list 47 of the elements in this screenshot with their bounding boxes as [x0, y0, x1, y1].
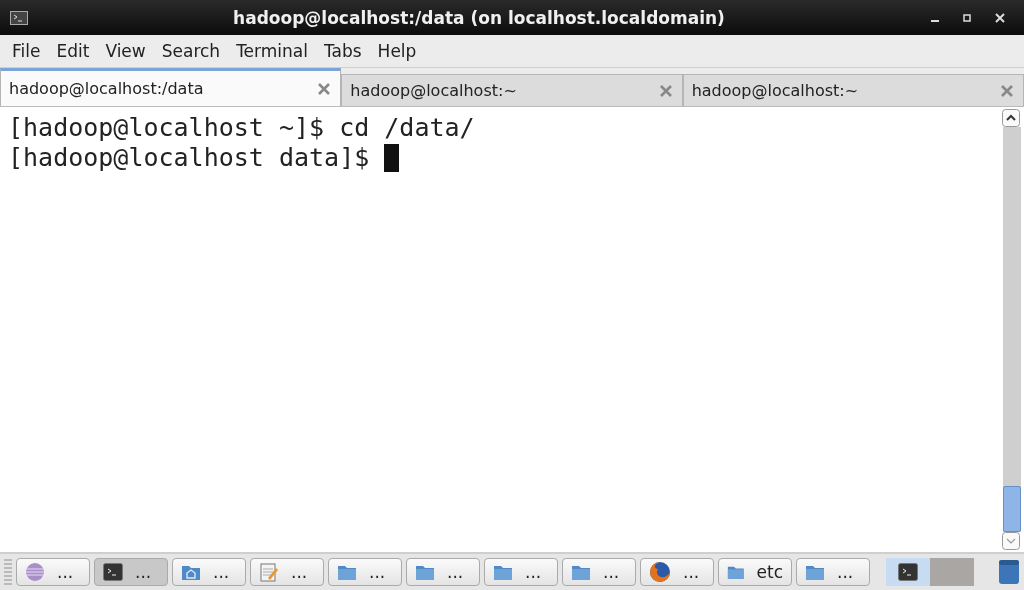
- menu-item[interactable]: Search: [153, 41, 229, 61]
- terminal-line: [hadoop@localhost ~]$ cd /data/: [8, 113, 475, 143]
- taskbar-button[interactable]: ...: [94, 558, 168, 586]
- folder-icon: [415, 563, 435, 581]
- scroll-up-icon[interactable]: [1002, 109, 1020, 127]
- scrollbar[interactable]: [1002, 107, 1024, 552]
- text-cursor: [384, 144, 400, 172]
- notepad-icon: [259, 562, 279, 582]
- taskbar-button[interactable]: ...: [562, 558, 636, 586]
- workspace-switcher[interactable]: [886, 558, 974, 586]
- maximize-icon[interactable]: [962, 12, 972, 23]
- folder-icon: [571, 563, 591, 581]
- taskbar-button[interactable]: ...: [16, 558, 90, 586]
- terminal-tab[interactable]: hadoop@localhost:/data: [0, 68, 342, 106]
- workspace[interactable]: [886, 558, 930, 586]
- terminal-tab[interactable]: hadoop@localhost:~: [682, 74, 1024, 106]
- scroll-down-icon[interactable]: [1002, 532, 1020, 550]
- menu-item[interactable]: View: [97, 41, 154, 61]
- menu-item[interactable]: Terminal: [228, 41, 316, 61]
- taskbar-button[interactable]: ...: [172, 558, 246, 586]
- close-icon[interactable]: [994, 11, 1006, 24]
- terminal-tab[interactable]: hadoop@localhost:~: [341, 74, 683, 106]
- folder-icon: [805, 563, 825, 581]
- terminal-line: [hadoop@localhost data]$: [8, 143, 371, 173]
- trash-icon[interactable]: [998, 559, 1020, 585]
- folder-icon: [493, 563, 513, 581]
- menu-item[interactable]: Tabs: [315, 41, 370, 61]
- folder-icon: [337, 563, 357, 581]
- taskbar-button[interactable]: ...: [250, 558, 324, 586]
- home-folder-icon: [181, 563, 201, 581]
- taskbar-button[interactable]: ...: [406, 558, 480, 586]
- globe-icon: [25, 562, 45, 582]
- taskbar-button[interactable]: ...: [328, 558, 402, 586]
- terminal-icon: [103, 563, 123, 581]
- taskbar-button[interactable]: ...: [640, 558, 714, 586]
- taskbar-button[interactable]: etc: [718, 558, 792, 586]
- menu-item[interactable]: File: [4, 41, 49, 61]
- taskbar-button[interactable]: ...: [484, 558, 558, 586]
- terminal-icon: [10, 10, 28, 25]
- terminal-icon: [898, 563, 918, 581]
- browser-icon: [649, 561, 671, 583]
- scroll-thumb[interactable]: [1003, 486, 1021, 532]
- menu-item[interactable]: Help: [369, 41, 425, 61]
- window-title: hadoop@localhost:/data (on localhost.localdomain): [232, 7, 726, 28]
- menu-item[interactable]: Edit: [48, 41, 98, 61]
- taskbar-button[interactable]: ...: [796, 558, 870, 586]
- drag-handle[interactable]: [4, 559, 12, 585]
